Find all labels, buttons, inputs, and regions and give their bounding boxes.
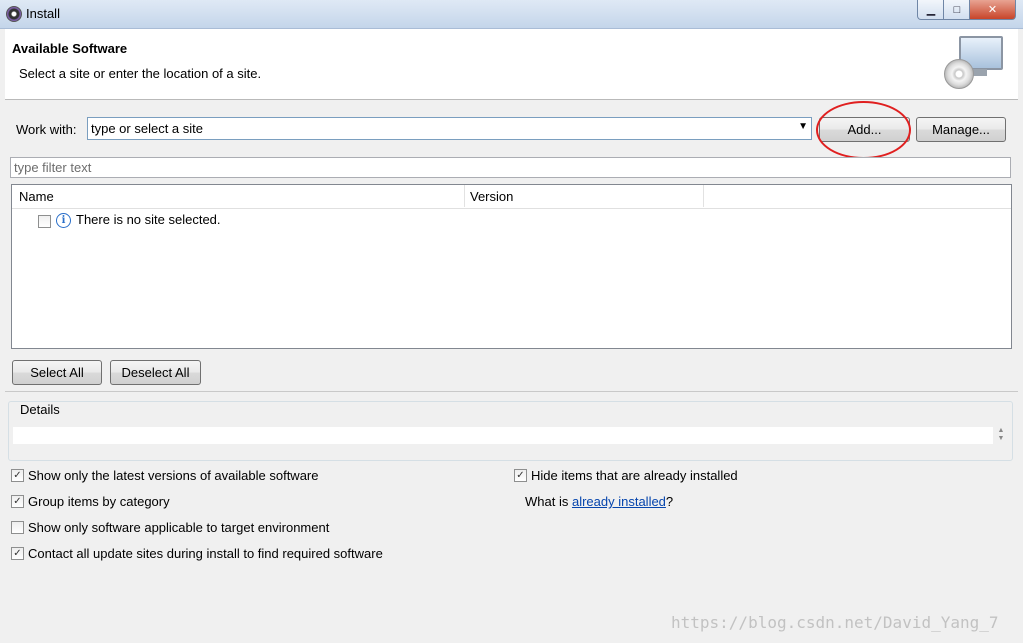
red-highlight-ellipse [816, 101, 911, 159]
minimize-button[interactable]: ▁ [917, 0, 945, 20]
wizard-header: Available Software Select a site or ente… [5, 29, 1018, 100]
option-contact-update-sites[interactable]: ✓ Contact all update sites during instal… [11, 546, 383, 561]
what-is-suffix: ? [665, 494, 674, 509]
column-divider[interactable] [464, 185, 465, 207]
work-with-label: Work with: [16, 122, 77, 137]
option-latest-versions[interactable]: ✓ Show only the latest versions of avail… [11, 468, 319, 483]
window-title: Install [26, 6, 60, 21]
checkbox-unchecked-icon[interactable] [11, 521, 24, 534]
page-title: Available Software [12, 41, 128, 56]
checkbox-checked-icon[interactable]: ✓ [11, 495, 24, 508]
close-button[interactable]: ✕ [969, 0, 1016, 20]
details-scrollbar[interactable]: ▲ ▼ [994, 427, 1008, 444]
details-text-area[interactable] [13, 427, 993, 444]
watermark-text: https://blog.csdn.net/David_Yang_7 [671, 613, 999, 632]
table-header: Name Version [12, 185, 1011, 209]
what-is-prefix: What is [525, 494, 572, 509]
option-label: Show only software applicable to target … [28, 520, 330, 535]
column-header-version[interactable]: Version [470, 189, 513, 204]
checkbox-checked-icon[interactable]: ✓ [11, 469, 24, 482]
separator [5, 391, 1018, 392]
column-header-name[interactable]: Name [19, 189, 54, 204]
details-label: Details [20, 402, 60, 417]
manage-button[interactable]: Manage... [916, 117, 1006, 142]
cd-icon [944, 59, 974, 89]
work-with-combo[interactable]: type or select a site ▼ [87, 117, 812, 140]
title-bar: Install ▁ □ ✕ [0, 0, 1023, 29]
option-target-environment[interactable]: Show only software applicable to target … [11, 520, 329, 535]
option-hide-installed[interactable]: ✓ Hide items that are already installed [514, 468, 738, 483]
option-label: Hide items that are already installed [531, 468, 738, 483]
checkbox-checked-icon[interactable]: ✓ [11, 547, 24, 560]
option-group-by-category[interactable]: ✓ Group items by category [11, 494, 170, 509]
monitor-stand-icon [973, 69, 987, 76]
option-label: Group items by category [28, 494, 170, 509]
table-row: There is no site selected. [76, 212, 221, 227]
software-table[interactable]: Name Version i There is no site selected… [11, 184, 1012, 349]
option-label: Contact all update sites during install … [28, 546, 383, 561]
filter-input[interactable]: type filter text [10, 157, 1011, 178]
what-is-installed-text: What is already installed? [525, 494, 673, 509]
deselect-all-button[interactable]: Deselect All [110, 360, 201, 385]
info-icon: i [56, 213, 71, 228]
work-with-value: type or select a site [91, 121, 203, 136]
page-description: Select a site or enter the location of a… [19, 66, 262, 81]
already-installed-link[interactable]: already installed [572, 494, 666, 509]
maximize-button[interactable]: □ [943, 0, 971, 20]
row-checkbox[interactable] [38, 215, 51, 228]
checkbox-checked-icon[interactable]: ✓ [514, 469, 527, 482]
filter-placeholder: type filter text [14, 160, 92, 175]
column-divider[interactable] [703, 185, 704, 207]
eclipse-icon [6, 6, 22, 22]
select-all-button[interactable]: Select All [12, 360, 102, 385]
option-label: Show only the latest versions of availab… [28, 468, 319, 483]
chevron-down-icon[interactable]: ▼ [798, 121, 808, 132]
